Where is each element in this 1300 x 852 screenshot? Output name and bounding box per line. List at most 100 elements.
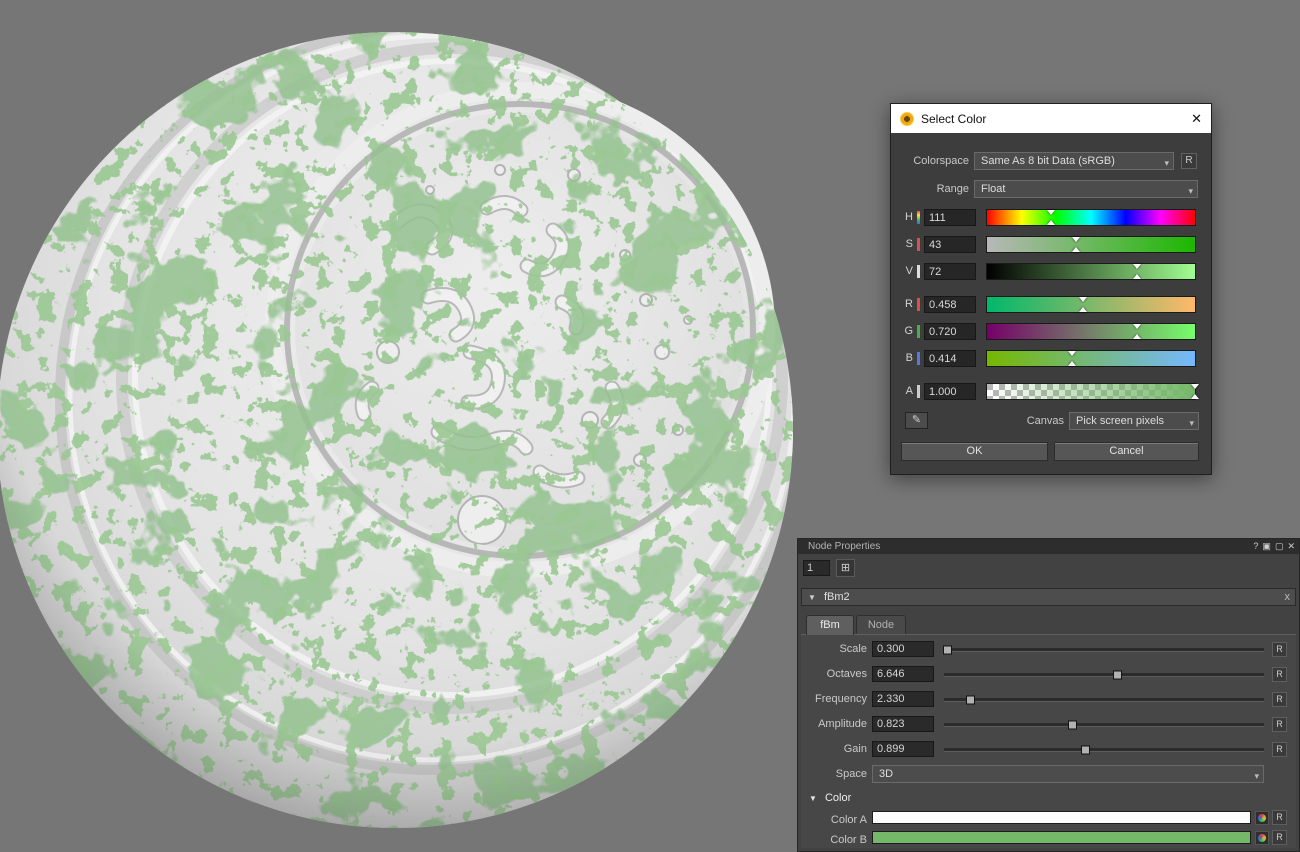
param-value-input[interactable] xyxy=(872,666,934,682)
channel-label: B xyxy=(901,350,913,367)
slider-marker-icon[interactable] xyxy=(1133,334,1141,339)
saturation-gradient-slider[interactable] xyxy=(986,236,1196,253)
slider-marker-icon[interactable] xyxy=(1191,394,1199,399)
green-gradient-slider[interactable] xyxy=(986,323,1196,340)
param-slider[interactable] xyxy=(944,648,1264,652)
hue-gradient-slider[interactable] xyxy=(986,209,1196,226)
channel-value-input[interactable] xyxy=(924,323,976,340)
channel-value-input[interactable] xyxy=(924,350,976,367)
alpha-gradient-slider[interactable] xyxy=(986,383,1196,400)
float-icon[interactable]: ▣ xyxy=(1262,539,1271,554)
param-slider[interactable] xyxy=(944,673,1264,677)
reset-button[interactable]: R xyxy=(1272,810,1287,825)
channel-label: A xyxy=(901,383,913,400)
param-value-input[interactable] xyxy=(872,716,934,732)
node-close-icon[interactable]: x xyxy=(1285,589,1291,605)
slider-marker-icon[interactable] xyxy=(1079,297,1087,302)
maximize-icon[interactable]: ▢ xyxy=(1275,539,1284,554)
dialog-titlebar[interactable]: Select Color ✕ xyxy=(891,104,1211,133)
param-slider[interactable] xyxy=(944,698,1264,702)
slider-marker-icon[interactable] xyxy=(1191,384,1199,389)
colorspace-reset-button[interactable]: R xyxy=(1181,153,1197,169)
channel-row-h: H xyxy=(891,209,1211,227)
color-picker-button[interactable] xyxy=(1255,831,1269,845)
panel-titlebar[interactable]: Node Properties ? ▣ ▢ ✕ xyxy=(798,539,1299,554)
reset-button[interactable]: R xyxy=(1272,667,1287,682)
slider-marker-icon[interactable] xyxy=(1047,220,1055,225)
param-row-frequency: Frequency R xyxy=(801,688,1296,712)
canvas-row: Canvas Pick screen pixels ▾ xyxy=(891,412,1211,430)
slider-marker-icon[interactable] xyxy=(1079,307,1087,312)
close-icon[interactable]: ✕ xyxy=(1287,539,1295,554)
cancel-button[interactable]: Cancel xyxy=(1054,442,1199,461)
channel-value-input[interactable] xyxy=(924,209,976,226)
slider-marker-icon[interactable] xyxy=(1072,237,1080,242)
blue-gradient-slider[interactable] xyxy=(986,350,1196,367)
param-slider[interactable] xyxy=(944,748,1264,752)
channel-label: V xyxy=(901,263,913,280)
slider-handle[interactable] xyxy=(1081,745,1090,754)
select-color-dialog: Select Color ✕ Colorspace Same As 8 bit … xyxy=(890,103,1212,475)
slider-handle[interactable] xyxy=(1113,670,1122,679)
colorspace-dropdown[interactable]: Same As 8 bit Data (sRGB) ▾ xyxy=(974,152,1174,170)
close-icon[interactable]: ✕ xyxy=(1191,111,1202,127)
tab-fbm[interactable]: fBm xyxy=(806,615,854,635)
help-icon[interactable]: ? xyxy=(1253,539,1258,554)
slider-marker-icon[interactable] xyxy=(1068,351,1076,356)
param-row-space: Space 3D ▾ xyxy=(801,763,1296,787)
space-dropdown[interactable]: 3D ▾ xyxy=(872,765,1264,783)
slider-marker-icon[interactable] xyxy=(1133,324,1141,329)
param-value-input[interactable] xyxy=(872,691,934,707)
slider-marker-icon[interactable] xyxy=(1047,210,1055,215)
red-gradient-slider[interactable] xyxy=(986,296,1196,313)
slider-handle[interactable] xyxy=(966,695,975,704)
slider-marker-icon[interactable] xyxy=(1133,274,1141,279)
collapse-triangle-icon[interactable]: ▼ xyxy=(809,794,817,803)
param-value-input[interactable] xyxy=(872,741,934,757)
channel-value-input[interactable] xyxy=(924,236,976,253)
param-row-amplitude: Amplitude R xyxy=(801,713,1296,737)
value-gradient-slider[interactable] xyxy=(986,263,1196,280)
canvas-mode-value: Pick screen pixels xyxy=(1076,415,1164,427)
slider-marker-icon[interactable] xyxy=(1072,247,1080,252)
channel-row-v: V xyxy=(891,263,1211,281)
color-picker-button[interactable] xyxy=(1255,811,1269,825)
chevron-down-icon: ▾ xyxy=(1254,768,1259,783)
channel-indicator xyxy=(917,211,920,224)
param-label: Gain xyxy=(801,738,867,760)
channel-value-input[interactable] xyxy=(924,383,976,400)
dialog-title: Select Color xyxy=(921,112,986,126)
reset-button[interactable]: R xyxy=(1272,692,1287,707)
param-slider[interactable] xyxy=(944,723,1264,727)
ok-button[interactable]: OK xyxy=(901,442,1048,461)
slider-marker-icon[interactable] xyxy=(1068,361,1076,366)
color-b-swatch[interactable] xyxy=(872,831,1251,844)
slider-handle[interactable] xyxy=(1068,720,1077,729)
reset-button[interactable]: R xyxy=(1272,830,1287,845)
param-value-input[interactable] xyxy=(872,641,934,657)
reset-button[interactable]: R xyxy=(1272,742,1287,757)
reset-button[interactable]: R xyxy=(1272,642,1287,657)
node-header[interactable]: ▼ fBm2 x xyxy=(801,588,1296,606)
slider-handle[interactable] xyxy=(943,645,952,654)
collapse-triangle-icon[interactable]: ▼ xyxy=(808,593,816,602)
color-a-swatch[interactable] xyxy=(872,811,1251,824)
range-value: Float xyxy=(981,183,1005,195)
max-panels-input[interactable] xyxy=(803,560,830,576)
color-a-row: Color A R xyxy=(801,809,1296,827)
minimize-panels-button[interactable]: ⊞ xyxy=(836,559,855,577)
channel-value-input[interactable] xyxy=(924,296,976,313)
reset-button[interactable]: R xyxy=(1272,717,1287,732)
color-b-row: Color B R xyxy=(801,829,1296,847)
canvas-mode-dropdown[interactable]: Pick screen pixels ▾ xyxy=(1069,412,1199,430)
channel-row-r: R xyxy=(891,296,1211,314)
color-group-header[interactable]: ▼ Color xyxy=(801,790,1296,806)
range-dropdown[interactable]: Float ▾ xyxy=(974,180,1198,198)
slider-marker-icon[interactable] xyxy=(1133,264,1141,269)
tab-node[interactable]: Node xyxy=(856,615,906,635)
panel-button-icon: ⊞ xyxy=(841,562,850,574)
space-value: 3D xyxy=(879,768,893,780)
material-preview-sphere xyxy=(0,0,820,852)
channel-value-input[interactable] xyxy=(924,263,976,280)
node-name: fBm2 xyxy=(824,591,850,603)
